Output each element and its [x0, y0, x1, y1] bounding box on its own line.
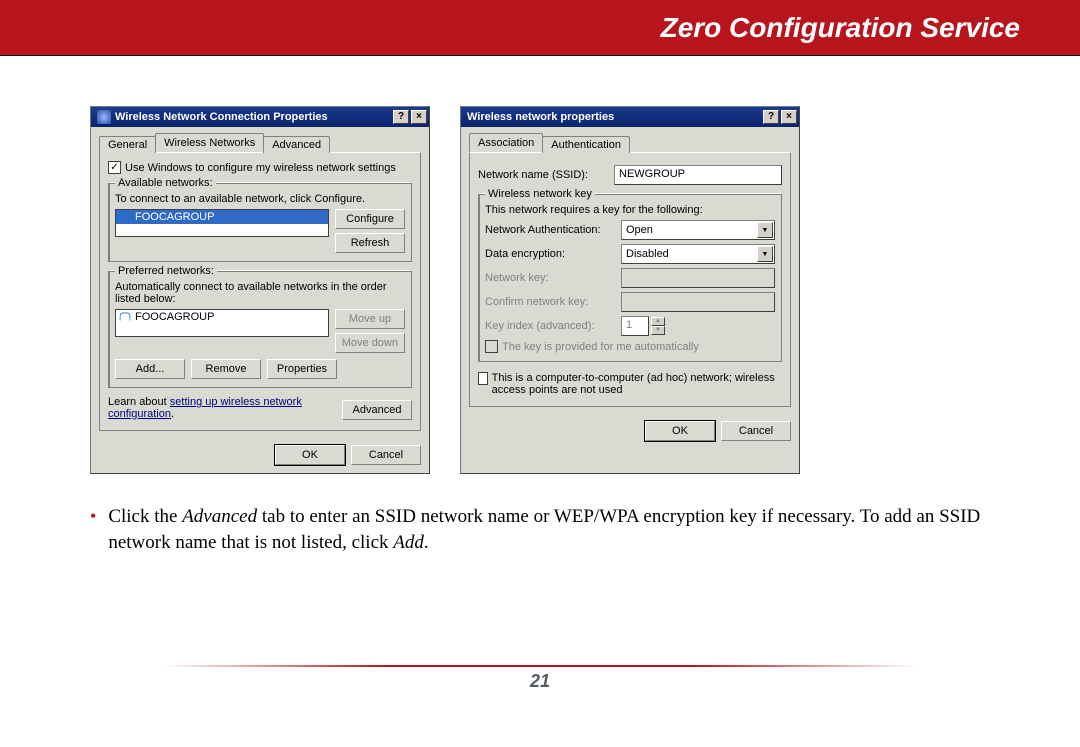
window-icon: [97, 110, 111, 124]
adhoc-checkbox[interactable]: This is a computer-to-computer (ad hoc) …: [478, 372, 782, 396]
move-down-button[interactable]: Move down: [335, 333, 405, 353]
use-windows-label: Use Windows to configure my wireless net…: [125, 162, 396, 174]
advanced-button[interactable]: Advanced: [342, 400, 412, 420]
ok-button[interactable]: OK: [275, 445, 345, 465]
netkey-input: [621, 268, 775, 288]
footer-rule: [160, 665, 920, 667]
tab-advanced[interactable]: Advanced: [263, 136, 330, 153]
cancel-button[interactable]: Cancel: [351, 445, 421, 465]
confirm-key-input: [621, 292, 775, 312]
spin-down-icon: ▼: [651, 326, 665, 335]
checkbox-icon: [485, 340, 498, 353]
close-button[interactable]: ×: [411, 110, 427, 124]
tab-general[interactable]: General: [99, 136, 156, 153]
keyindex-label: Key index (advanced):: [485, 320, 615, 332]
autokey-label: The key is provided for me automatically: [502, 341, 699, 353]
wkey-hint: This network requires a key for the foll…: [485, 204, 775, 216]
page-number: 21: [530, 671, 550, 691]
help-button[interactable]: ?: [763, 110, 779, 124]
instr-em1: Advanced: [182, 506, 257, 527]
wifi-icon: [119, 312, 131, 322]
list-item[interactable]: FOOCAGROUP: [116, 210, 328, 224]
instruction-bullet: • Click the Advanced tab to enter an SSI…: [90, 504, 990, 555]
chevron-down-icon: ▼: [757, 246, 773, 262]
netkey-label: Network key:: [485, 272, 615, 284]
close-button[interactable]: ×: [781, 110, 797, 124]
add-button[interactable]: Add...: [115, 359, 185, 379]
preferred-networks-fieldset: Preferred networks: Automatically connec…: [108, 270, 412, 388]
keyindex-input: 1: [621, 316, 649, 336]
confirm-key-label: Confirm network key:: [485, 296, 615, 308]
learn-text: Learn about setting up wireless network …: [108, 396, 332, 420]
available-networks-list[interactable]: FOOCAGROUP: [115, 209, 329, 237]
preferred-networks-list[interactable]: FOOCAGROUP: [115, 309, 329, 337]
preferred-hint: Automatically connect to available netwo…: [115, 281, 405, 305]
wifi-icon: [119, 212, 131, 222]
data-enc-label: Data encryption:: [485, 248, 615, 260]
checkbox-icon: ✓: [108, 161, 121, 174]
titlebar: Wireless Network Connection Properties ?…: [91, 107, 429, 127]
use-windows-checkbox[interactable]: ✓ Use Windows to configure my wireless n…: [108, 161, 412, 174]
data-enc-combo[interactable]: Disabled ▼: [621, 244, 775, 264]
wkey-legend: Wireless network key: [485, 188, 595, 200]
list-item-label: FOOCAGROUP: [135, 311, 214, 323]
net-auth-combo[interactable]: Open ▼: [621, 220, 775, 240]
tabs: Association Authentication: [469, 133, 791, 153]
configure-button[interactable]: Configure: [335, 209, 405, 229]
refresh-button[interactable]: Refresh: [335, 233, 405, 253]
titlebar: Wireless network properties ? ×: [461, 107, 799, 127]
learn-text-b: .: [171, 408, 174, 420]
tabs: General Wireless Networks Advanced: [99, 133, 421, 153]
keyindex-spinner: ▲ ▼: [651, 317, 665, 335]
data-enc-value: Disabled: [626, 248, 669, 260]
page-title: Zero Configuration Service: [661, 12, 1020, 44]
properties-button[interactable]: Properties: [267, 359, 337, 379]
learn-text-a: Learn about: [108, 396, 170, 408]
help-button[interactable]: ?: [393, 110, 409, 124]
instr-c: .: [424, 532, 429, 553]
wireless-connection-properties-dialog: Wireless Network Connection Properties ?…: [90, 106, 430, 474]
preferred-legend: Preferred networks:: [115, 265, 217, 277]
ssid-input[interactable]: NEWGROUP: [614, 165, 782, 185]
page-footer: 21: [90, 665, 990, 692]
wireless-network-properties-dialog: Wireless network properties ? × Associat…: [460, 106, 800, 474]
move-up-button[interactable]: Move up: [335, 309, 405, 329]
ok-button[interactable]: OK: [645, 421, 715, 441]
page-header: Zero Configuration Service: [0, 0, 1080, 56]
available-hint: To connect to an available network, clic…: [115, 193, 405, 205]
ssid-label: Network name (SSID):: [478, 169, 608, 181]
tab-authentication[interactable]: Authentication: [542, 136, 630, 153]
available-legend: Available networks:: [115, 177, 216, 189]
dialogs-row: Wireless Network Connection Properties ?…: [90, 106, 990, 474]
tab-wireless-networks[interactable]: Wireless Networks: [155, 133, 264, 152]
net-auth-value: Open: [626, 224, 653, 236]
wireless-key-fieldset: Wireless network key This network requir…: [478, 193, 782, 362]
available-networks-fieldset: Available networks: To connect to an ava…: [108, 182, 412, 262]
window-title: Wireless Network Connection Properties: [115, 111, 391, 123]
list-item-label: FOOCAGROUP: [135, 211, 214, 223]
list-item[interactable]: FOOCAGROUP: [116, 310, 328, 324]
instr-a: Click the: [108, 506, 182, 527]
tab-association[interactable]: Association: [469, 133, 543, 152]
adhoc-label: This is a computer-to-computer (ad hoc) …: [492, 372, 782, 396]
net-auth-label: Network Authentication:: [485, 224, 615, 236]
remove-button[interactable]: Remove: [191, 359, 261, 379]
instr-em2: Add: [393, 532, 424, 553]
bullet-icon: •: [90, 504, 96, 555]
autokey-checkbox: The key is provided for me automatically: [485, 340, 775, 353]
chevron-down-icon: ▼: [757, 222, 773, 238]
cancel-button[interactable]: Cancel: [721, 421, 791, 441]
spin-up-icon: ▲: [651, 317, 665, 326]
checkbox-icon: [478, 372, 488, 385]
window-title: Wireless network properties: [467, 111, 761, 123]
